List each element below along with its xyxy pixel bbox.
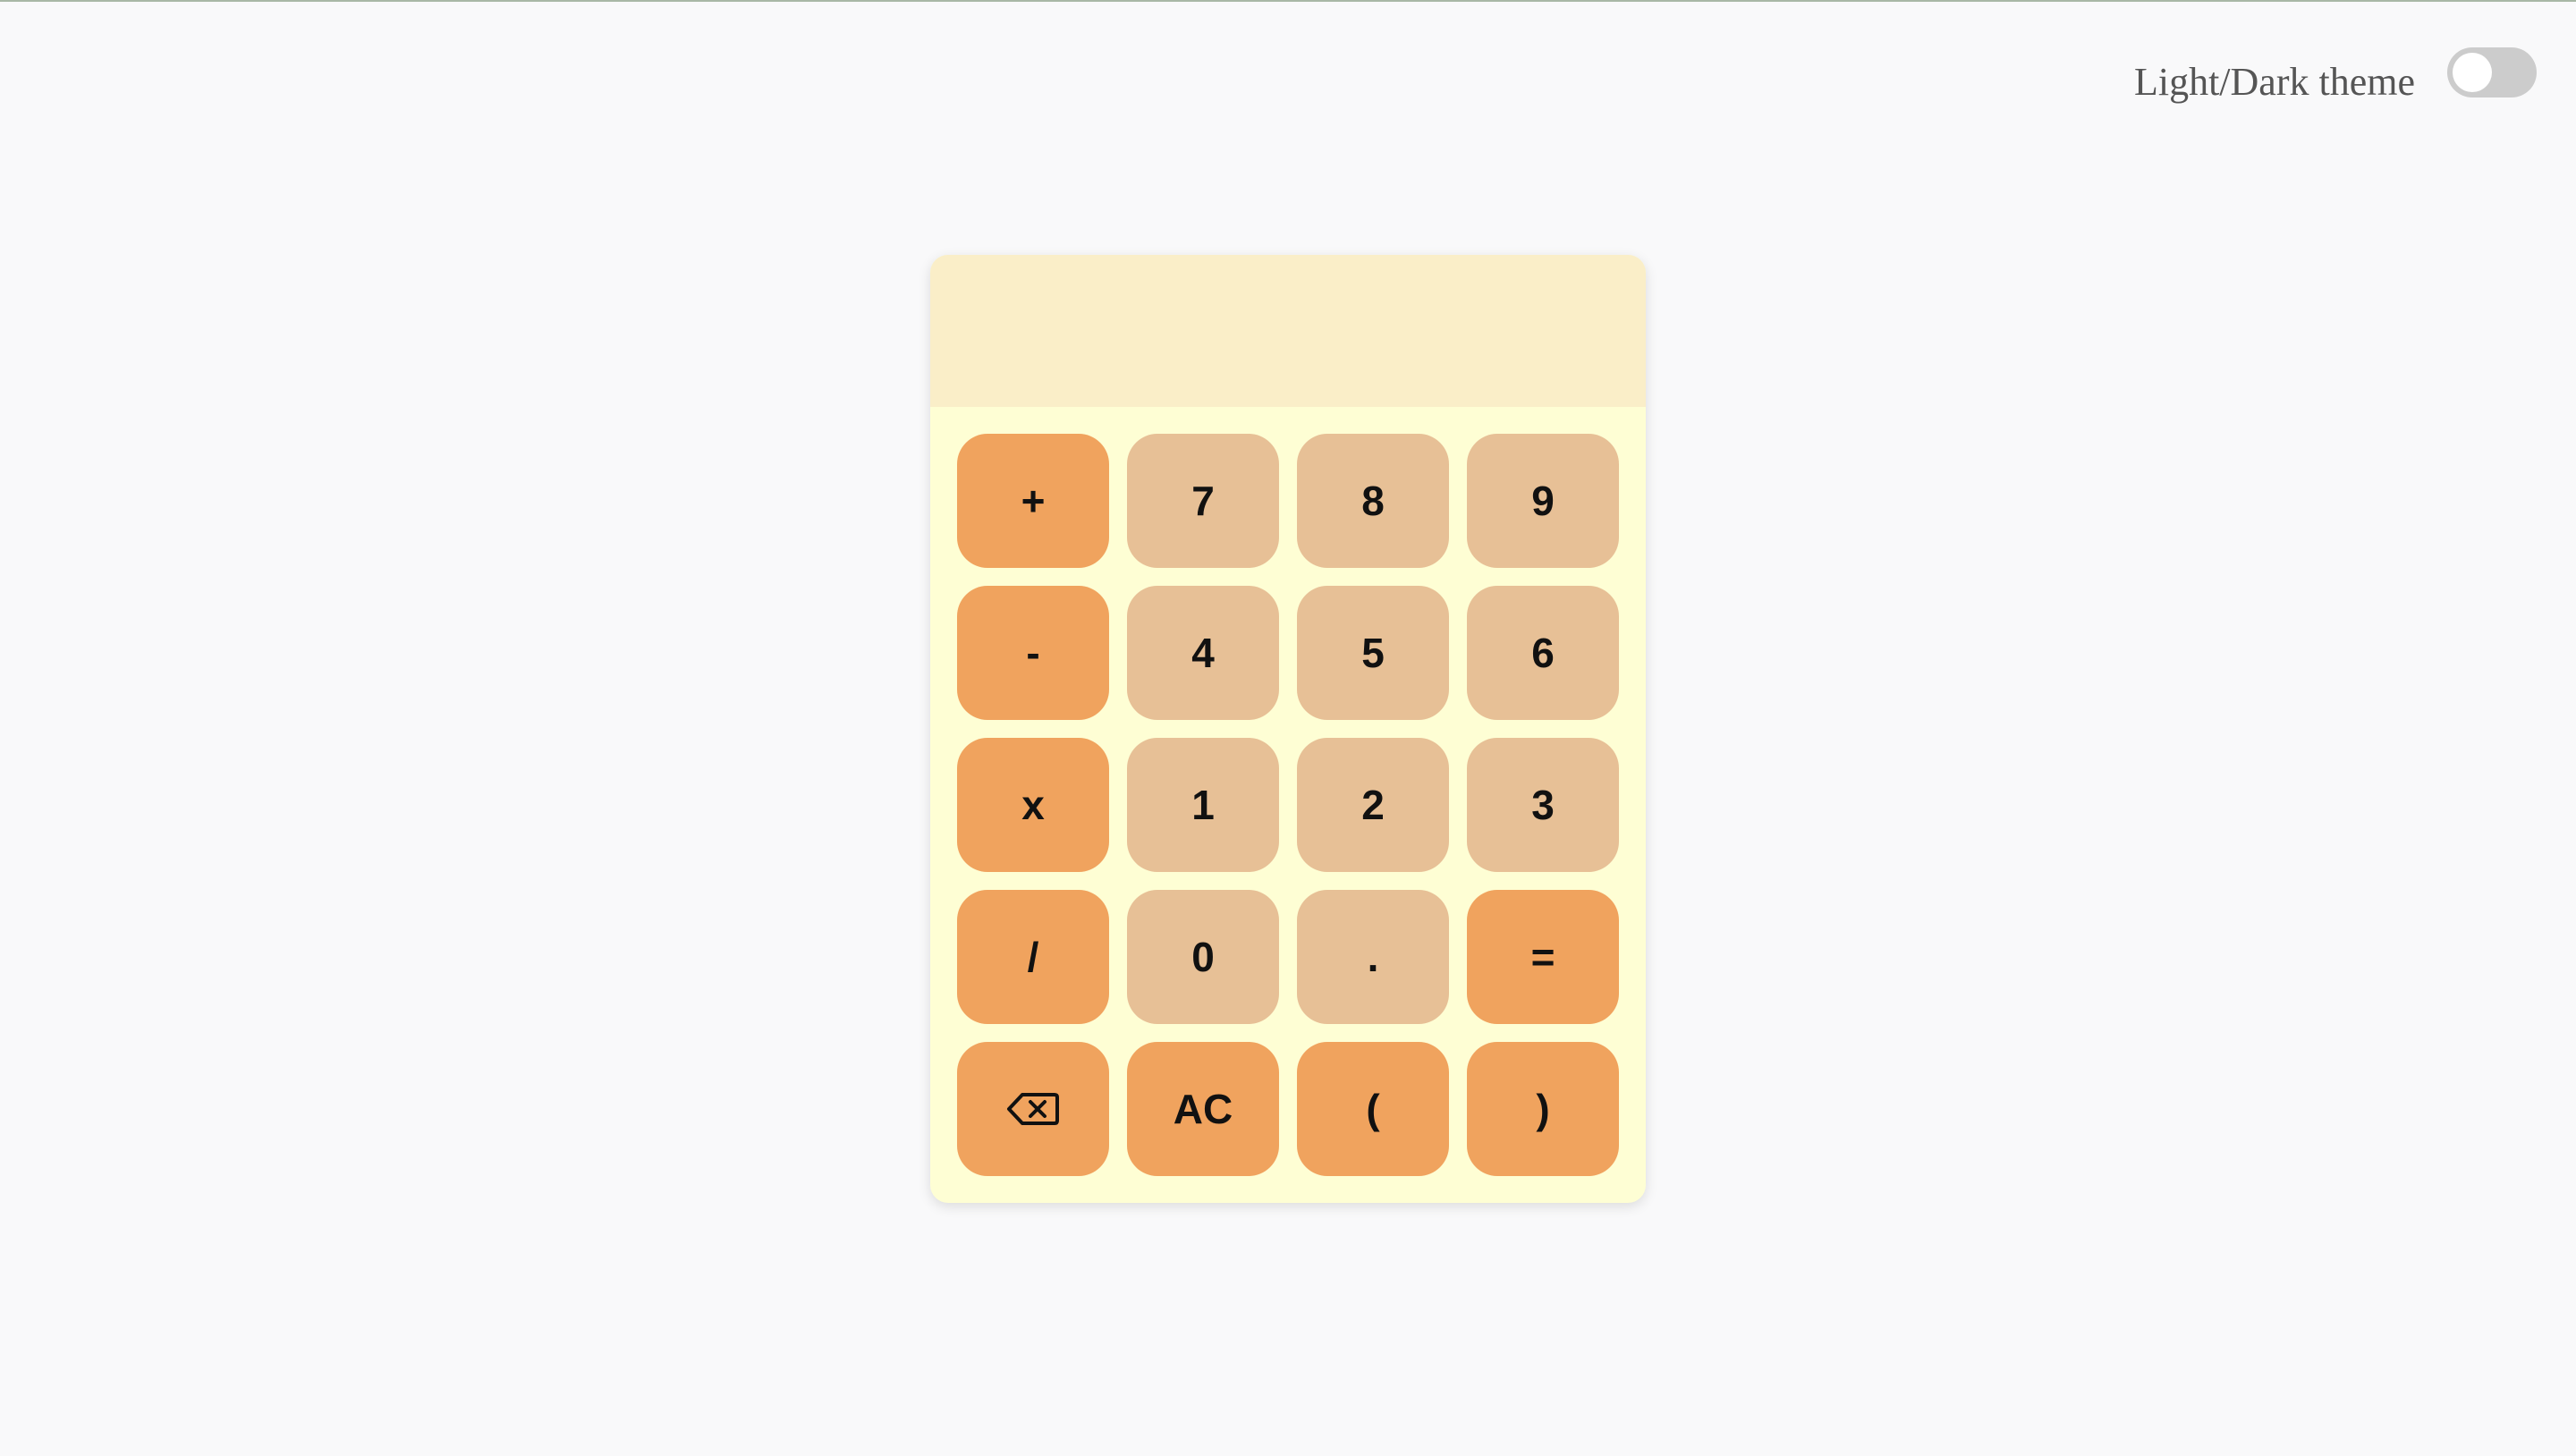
zero-button[interactable]: 0 — [1127, 890, 1279, 1024]
six-button[interactable]: 6 — [1467, 586, 1619, 720]
seven-button[interactable]: 7 — [1127, 434, 1279, 568]
plus-button[interactable]: + — [957, 434, 1109, 568]
clear-button[interactable]: AC — [1127, 1042, 1279, 1176]
five-button[interactable]: 5 — [1297, 586, 1449, 720]
three-button[interactable]: 3 — [1467, 738, 1619, 872]
minus-button[interactable]: - — [957, 586, 1109, 720]
theme-switcher: Light/Dark theme — [2134, 43, 2537, 102]
open-paren-button[interactable]: ( — [1297, 1042, 1449, 1176]
backspace-icon — [1007, 1093, 1059, 1125]
top-border — [0, 0, 2576, 2]
backspace-button[interactable] — [957, 1042, 1109, 1176]
calculator-display — [930, 255, 1646, 407]
multiply-button[interactable]: x — [957, 738, 1109, 872]
close-paren-button[interactable]: ) — [1467, 1042, 1619, 1176]
toggle-knob — [2453, 53, 2492, 92]
keypad: + 7 8 9 - 4 5 6 x 1 2 3 / 0 . = AC ( ) — [957, 434, 1619, 1176]
two-button[interactable]: 2 — [1297, 738, 1449, 872]
nine-button[interactable]: 9 — [1467, 434, 1619, 568]
one-button[interactable]: 1 — [1127, 738, 1279, 872]
eight-button[interactable]: 8 — [1297, 434, 1449, 568]
equals-button[interactable]: = — [1467, 890, 1619, 1024]
theme-label: Light/Dark theme — [2133, 60, 2415, 104]
theme-toggle[interactable] — [2447, 47, 2537, 97]
decimal-button[interactable]: . — [1297, 890, 1449, 1024]
divide-button[interactable]: / — [957, 890, 1109, 1024]
calculator: + 7 8 9 - 4 5 6 x 1 2 3 / 0 . = AC ( ) — [930, 255, 1646, 1203]
four-button[interactable]: 4 — [1127, 586, 1279, 720]
